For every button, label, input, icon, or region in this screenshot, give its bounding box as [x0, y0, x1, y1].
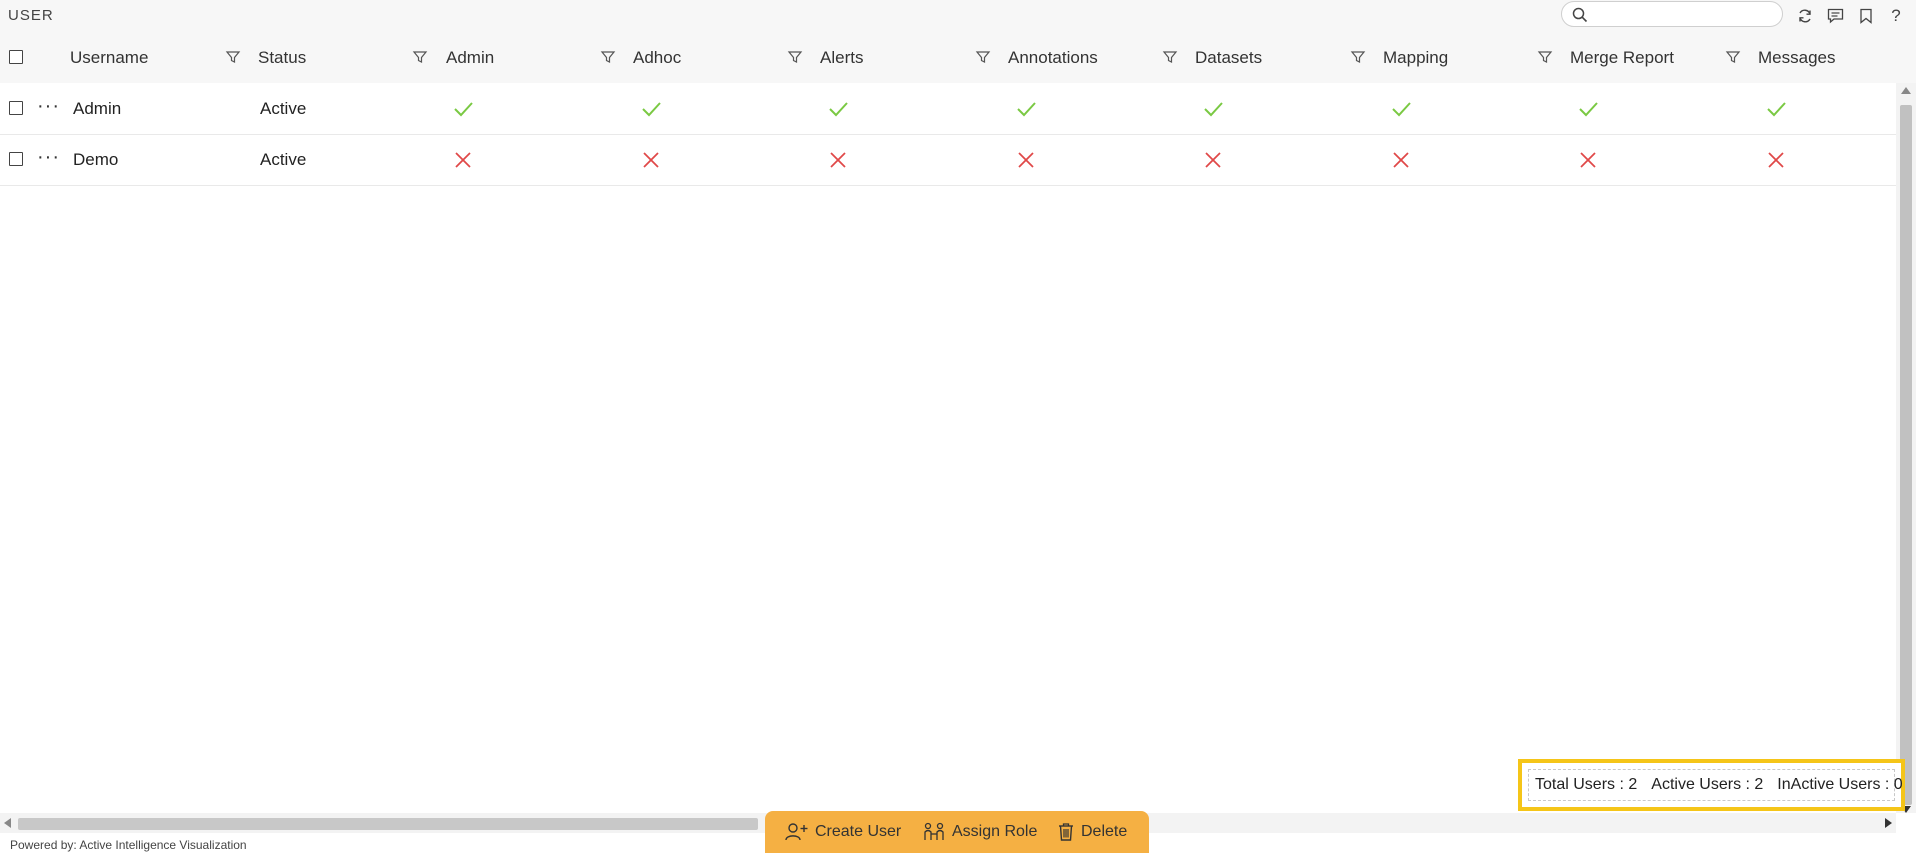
assign-role-icon: [924, 822, 944, 840]
cross-icon: [830, 152, 846, 168]
column-header-mapping[interactable]: Mapping: [1383, 32, 1448, 83]
select-all-checkbox[interactable]: [9, 50, 23, 64]
check-icon: [642, 102, 661, 117]
assign-role-label: Assign Role: [952, 823, 1038, 840]
search-box[interactable]: [1561, 1, 1783, 27]
filter-icon[interactable]: [1162, 49, 1178, 65]
search-icon: [1572, 7, 1588, 23]
user-summary: Total Users : 2 Active Users : 2 InActive …: [1518, 759, 1905, 811]
column-header-annotations[interactable]: Annotations: [1008, 32, 1098, 83]
cell-username: Admin: [73, 99, 122, 118]
check-icon: [1579, 102, 1598, 117]
search-input[interactable]: [1594, 5, 1778, 25]
page-title: USER: [8, 7, 54, 24]
check-icon: [454, 102, 473, 117]
total-users-count: Total Users : 2: [1535, 776, 1638, 793]
column-header-datasets[interactable]: Datasets: [1195, 32, 1262, 83]
assign-role-button[interactable]: Assign Role: [922, 811, 1037, 853]
column-header-alerts[interactable]: Alerts: [820, 32, 863, 83]
delete-label: Delete: [1081, 823, 1128, 840]
cross-icon: [455, 152, 471, 168]
cross-icon: [1393, 152, 1409, 168]
filter-icon[interactable]: [600, 49, 616, 65]
cell-username: Demo: [73, 150, 119, 169]
cell-status: Active: [260, 150, 307, 169]
scroll-left-arrow-icon[interactable]: [4, 818, 11, 828]
column-header-messages[interactable]: Messages: [1758, 32, 1835, 83]
comment-icon[interactable]: [1825, 6, 1845, 26]
cell-status: Active: [260, 99, 307, 118]
action-bar: Create User Assign Role Delete: [765, 811, 1149, 853]
filter-icon[interactable]: [225, 49, 241, 65]
check-icon: [1767, 102, 1786, 117]
row-checkbox[interactable]: [9, 101, 23, 115]
scroll-up-arrow-icon[interactable]: [1901, 87, 1911, 94]
cross-icon: [643, 152, 659, 168]
footer-powered-by: Powered by: Active Intelligence Visualiz…: [10, 838, 247, 852]
cross-icon: [1580, 152, 1596, 168]
grid-header: Username Status Admin Adhoc Alerts Annot…: [0, 32, 1916, 84]
cross-icon: [1768, 152, 1784, 168]
create-user-button[interactable]: Create User: [785, 811, 901, 853]
column-header-status[interactable]: Status: [258, 32, 306, 83]
check-icon: [1017, 102, 1036, 117]
active-users-count: Active Users : 2: [1651, 776, 1764, 793]
top-bar: USER ?: [0, 0, 1916, 33]
filter-icon[interactable]: [1350, 49, 1366, 65]
row-menu-icon[interactable]: ···: [37, 83, 60, 134]
filter-icon[interactable]: [412, 49, 428, 65]
cross-icon: [1018, 152, 1034, 168]
row-menu-icon[interactable]: ···: [37, 134, 60, 185]
refresh-icon[interactable]: [1795, 6, 1815, 26]
trash-icon: [1059, 823, 1073, 841]
check-icon: [1204, 102, 1223, 117]
table-row[interactable]: ··· Demo Active: [0, 134, 1896, 186]
column-header-adhoc[interactable]: Adhoc: [633, 32, 681, 83]
table-row[interactable]: ··· Admin Active: [0, 83, 1896, 135]
check-icon: [1392, 102, 1411, 117]
check-icon: [829, 102, 848, 117]
filter-icon[interactable]: [1725, 49, 1741, 65]
row-checkbox[interactable]: [9, 152, 23, 166]
filter-icon[interactable]: [1537, 49, 1553, 65]
column-header-username[interactable]: Username: [70, 32, 148, 83]
user-summary-inner: Total Users : 2 Active Users : 2 InActive …: [1528, 769, 1903, 801]
filter-icon[interactable]: [975, 49, 991, 65]
filter-icon[interactable]: [787, 49, 803, 65]
horizontal-scroll-thumb[interactable]: [18, 818, 758, 830]
scroll-right-arrow-icon[interactable]: [1885, 818, 1892, 828]
add-user-icon: [785, 823, 808, 841]
column-header-merge-report[interactable]: Merge Report: [1570, 32, 1674, 83]
vertical-scrollbar[interactable]: [1896, 83, 1916, 813]
delete-button[interactable]: Delete: [1057, 811, 1127, 853]
create-user-label: Create User: [815, 823, 902, 840]
inactive-users-count: InActive Users : 0: [1777, 776, 1903, 793]
cross-icon: [1205, 152, 1221, 168]
bookmark-icon[interactable]: [1856, 6, 1876, 26]
help-icon[interactable]: ?: [1886, 6, 1906, 26]
grid-body: ··· Admin Active ··· Demo Active: [0, 83, 1896, 813]
vertical-scroll-thumb[interactable]: [1900, 105, 1912, 805]
column-header-admin[interactable]: Admin: [446, 32, 494, 83]
